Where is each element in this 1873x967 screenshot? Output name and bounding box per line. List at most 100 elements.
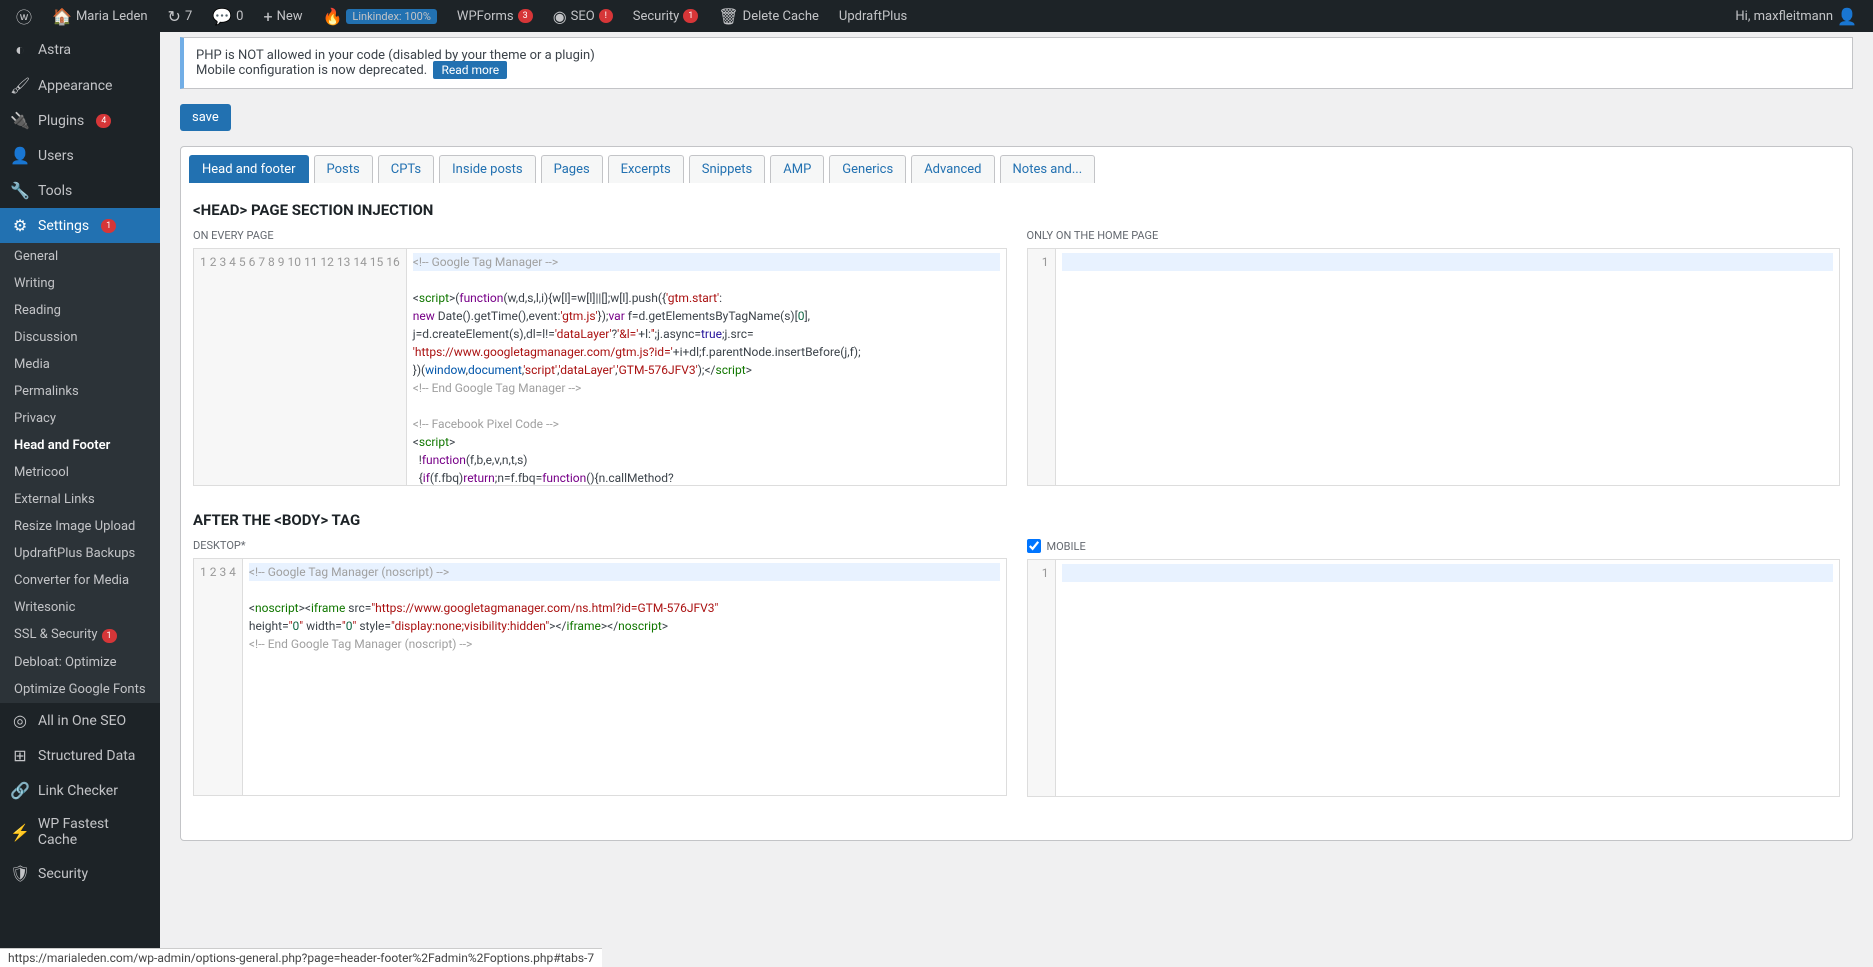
tab-snippets[interactable]: Snippets: [689, 155, 766, 183]
admin-sidebar: ◐Astra🖌Appearance🔌Plugins4👤Users🔧Tools⚙S…: [0, 32, 160, 967]
astra-icon: ◐: [10, 40, 30, 60]
security-badge: 1: [683, 9, 698, 23]
notice-box: PHP is NOT allowed in your code (disable…: [180, 37, 1853, 89]
plugins-icon: 🔌: [10, 111, 30, 130]
save-button[interactable]: save: [180, 104, 231, 131]
linkindex[interactable]: 🔥Linkindex: 100%: [315, 0, 445, 32]
label-desktop: DESKTOP*: [193, 539, 1007, 552]
section-body-title: AFTER THE <BODY> TAG: [193, 511, 1840, 529]
submenu-optimize-google-fonts[interactable]: Optimize Google Fonts: [0, 676, 160, 703]
wpforms-link[interactable]: WPForms3: [449, 0, 541, 32]
flame-icon: 🔥: [323, 7, 343, 26]
menu-item-wp-fastest-cache[interactable]: ⚡WP Fastest Cache: [0, 808, 160, 856]
label-on-every-page: ON EVERY PAGE: [193, 229, 1007, 242]
wp-fastest-cache-icon: ⚡: [10, 823, 30, 842]
link-checker-icon: 🔗: [10, 781, 30, 800]
tab-pages[interactable]: Pages: [541, 155, 603, 183]
badge: 1: [102, 629, 117, 643]
menu-item-appearance[interactable]: 🖌Appearance: [0, 68, 160, 103]
updates-link[interactable]: ↻7: [160, 0, 201, 32]
tools-icon: 🔧: [10, 181, 30, 200]
seo-link[interactable]: ◉SEO!: [545, 0, 621, 32]
tab-head-and-footer[interactable]: Head and footer: [189, 155, 309, 183]
menu-item-plugins[interactable]: 🔌Plugins4: [0, 103, 160, 138]
editor-body-desktop[interactable]: 1 2 3 4 <!-- Google Tag Manager (noscrip…: [193, 558, 1007, 796]
new-label: New: [277, 9, 303, 24]
site-name-link[interactable]: 🏠 Maria Leden: [44, 0, 156, 32]
submenu-external-links[interactable]: External Links: [0, 486, 160, 513]
notice-line2: Mobile configuration is now deprecated.: [196, 63, 427, 78]
submenu-debloat-optimize[interactable]: Debloat: Optimize: [0, 649, 160, 676]
comment-icon: 💬: [212, 7, 232, 26]
menu-item-users[interactable]: 👤Users: [0, 138, 160, 173]
tab-notes-and-[interactable]: Notes and...: [1000, 155, 1096, 183]
badge: 4: [96, 114, 111, 128]
wordpress-icon: ⓦ: [16, 4, 32, 28]
menu-item-all-in-one-seo[interactable]: ◎All in One SEO: [0, 703, 160, 738]
submenu-ssl-security[interactable]: SSL & Security1: [0, 621, 160, 649]
submenu-media[interactable]: Media: [0, 351, 160, 378]
appearance-icon: 🖌: [10, 76, 30, 95]
wp-logo[interactable]: ⓦ: [8, 0, 40, 32]
security-icon: 🛡: [10, 864, 30, 883]
submenu-writesonic[interactable]: Writesonic: [0, 594, 160, 621]
editor-head-home[interactable]: 1: [1027, 248, 1841, 486]
seo-icon: ◉: [553, 7, 567, 26]
menu-item-link-checker[interactable]: 🔗Link Checker: [0, 773, 160, 808]
site-name-text: Maria Leden: [76, 9, 148, 24]
seo-badge: !: [599, 9, 613, 23]
section-head-title: <HEAD> PAGE SECTION INJECTION: [193, 201, 1840, 219]
menu-item-astra[interactable]: ◐Astra: [0, 32, 160, 68]
submenu-metricool[interactable]: Metricool: [0, 459, 160, 486]
comments-link[interactable]: 💬0: [204, 0, 251, 32]
menu-item-structured-data[interactable]: ⊞Structured Data: [0, 738, 160, 773]
tab-cpts[interactable]: CPTs: [378, 155, 434, 183]
tab-excerpts[interactable]: Excerpts: [608, 155, 684, 183]
submenu-converter-for-media[interactable]: Converter for Media: [0, 567, 160, 594]
users-icon: 👤: [10, 146, 30, 165]
editor-body-mobile[interactable]: 1: [1027, 559, 1841, 797]
tab-generics[interactable]: Generics: [829, 155, 906, 183]
submenu-permalinks[interactable]: Permalinks: [0, 378, 160, 405]
submenu-reading[interactable]: Reading: [0, 297, 160, 324]
submenu-head-and-footer[interactable]: Head and Footer: [0, 432, 160, 459]
label-only-home: ONLY ON THE HOME PAGE: [1027, 229, 1841, 242]
delete-cache-link[interactable]: 🗑Delete Cache: [710, 0, 827, 32]
updates-count: 7: [185, 9, 192, 24]
new-content-link[interactable]: + New: [255, 0, 310, 32]
editor-head-every[interactable]: 1 2 3 4 5 6 7 8 9 10 11 12 13 14 15 16 <…: [193, 248, 1007, 486]
home-icon: 🏠: [52, 7, 72, 26]
comments-count: 0: [236, 9, 243, 24]
tab-amp[interactable]: AMP: [770, 155, 824, 183]
label-mobile: MOBILE: [1027, 539, 1841, 553]
settings-icon: ⚙: [10, 216, 30, 235]
tab-posts[interactable]: Posts: [314, 155, 373, 183]
all-in-one-seo-icon: ◎: [10, 711, 30, 730]
badge: 1: [101, 219, 116, 233]
security-top-link[interactable]: Security1: [625, 0, 707, 32]
updraft-link[interactable]: UpdraftPlus: [831, 0, 915, 32]
avatar-icon: 👤: [1837, 7, 1857, 26]
menu-item-security[interactable]: 🛡Security: [0, 856, 160, 891]
submenu-privacy[interactable]: Privacy: [0, 405, 160, 432]
mobile-checkbox[interactable]: [1027, 539, 1041, 553]
tab-advanced[interactable]: Advanced: [911, 155, 994, 183]
wpforms-badge: 3: [518, 9, 533, 23]
admin-toolbar: ⓦ 🏠Maria Leden ↻7 💬0 +New 🔥Linkindex: 10…: [0, 0, 1873, 32]
submenu-writing[interactable]: Writing: [0, 270, 160, 297]
submenu-discussion[interactable]: Discussion: [0, 324, 160, 351]
user-greeting[interactable]: Hi, maxfleitmann👤: [1727, 0, 1865, 32]
plus-icon: +: [263, 7, 272, 26]
status-url: https://marialeden.com/wp-admin/options-…: [0, 948, 602, 967]
read-more-button[interactable]: Read more: [433, 61, 507, 79]
trash-icon: 🗑: [718, 7, 738, 26]
menu-item-tools[interactable]: 🔧Tools: [0, 173, 160, 208]
tab-row: Head and footerPostsCPTsInside postsPage…: [181, 147, 1852, 183]
tab-inside-posts[interactable]: Inside posts: [439, 155, 535, 183]
submenu-updraftplus-backups[interactable]: UpdraftPlus Backups: [0, 540, 160, 567]
submenu-resize-image-upload[interactable]: Resize Image Upload: [0, 513, 160, 540]
structured-data-icon: ⊞: [10, 746, 30, 765]
submenu-general[interactable]: General: [0, 243, 160, 270]
update-icon: ↻: [168, 7, 181, 26]
menu-item-settings[interactable]: ⚙Settings1: [0, 208, 160, 243]
